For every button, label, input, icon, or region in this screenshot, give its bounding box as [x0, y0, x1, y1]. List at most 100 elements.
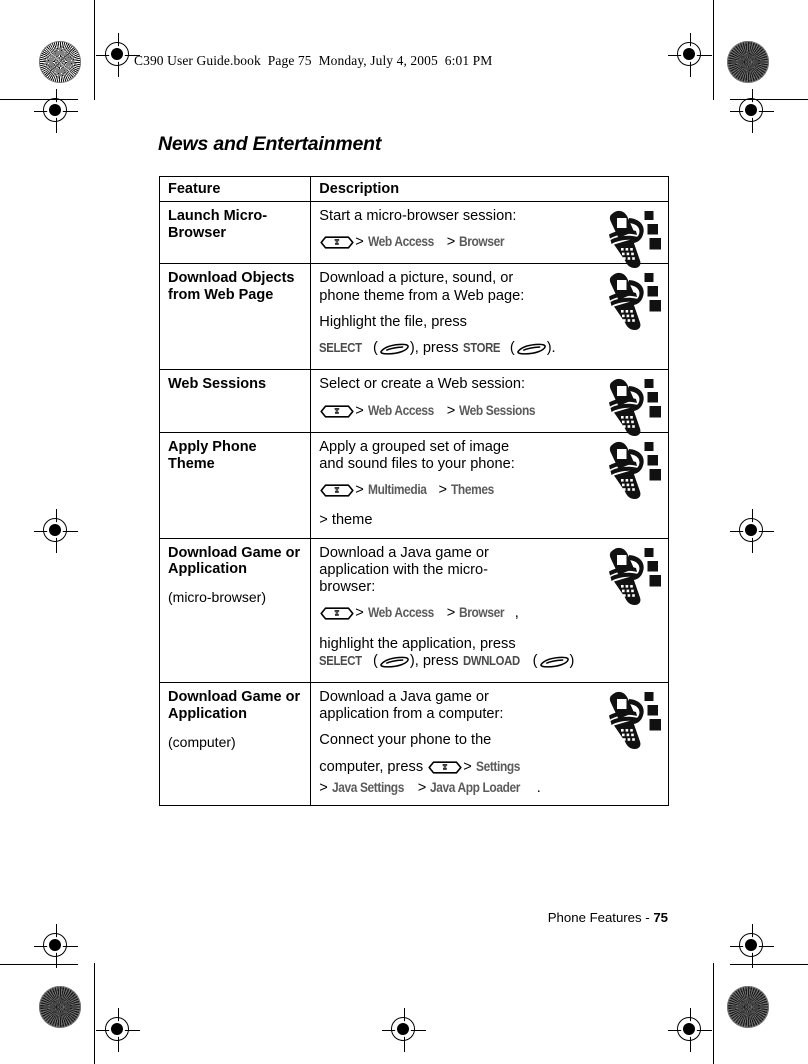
soft-key-label: DWNLOAD	[462, 652, 520, 668]
registration-mark-inner-bottom-left	[34, 924, 78, 968]
description-text: (	[505, 340, 515, 357]
feature-cell: Apply Phone Theme	[158, 431, 312, 539]
soft-key-icon	[538, 655, 570, 674]
feature-cell: Download Game or Application (micro-brows…	[158, 537, 312, 683]
phone-download-icon	[604, 270, 662, 337]
feature-cell: Download Game or Application (computer)	[158, 681, 312, 807]
description-text: phone theme from a Web page:	[319, 287, 525, 304]
phone-download-icon	[604, 439, 662, 506]
description-text: Connect your phone to the	[319, 732, 492, 749]
description-text: ,	[514, 605, 519, 622]
table-row: Apply Phone Theme Apply a grouped set of …	[158, 431, 669, 539]
description-line: application from a computer:	[319, 706, 598, 723]
phone-download-icon	[604, 689, 662, 756]
menu-path-separator: >	[417, 779, 427, 796]
soft-key-icon	[378, 655, 410, 674]
feature-name: Download Game or Application	[168, 688, 301, 722]
description-line: Apply a grouped set of image	[319, 439, 598, 456]
description-text: ).	[546, 340, 556, 357]
description-text: (	[528, 652, 538, 669]
density-patch-bottom-right	[727, 986, 769, 1028]
menu-path-separator: >	[446, 605, 456, 622]
description-text: application with the micro-	[319, 561, 489, 578]
phone-download-icon	[604, 545, 662, 612]
description-line: browser:	[319, 579, 598, 596]
trim-rule-bottom-right	[730, 964, 808, 965]
description-line: and sound files to your phone:	[319, 456, 598, 473]
description-line: computer, press > Settings	[319, 759, 598, 780]
menu-path-item: Java Settings	[331, 779, 404, 795]
density-patch-bottom-left	[39, 986, 81, 1028]
menu-key-icon	[320, 483, 354, 503]
description-text: )	[569, 652, 575, 669]
description-line: Start a micro-browser session:	[319, 208, 598, 225]
menu-path-item: Web Access	[367, 234, 434, 250]
column-header-description: Description	[310, 176, 669, 202]
feature-name: Launch Micro-Browser	[168, 208, 268, 241]
registration-mark-top-right	[668, 33, 712, 77]
description-line: highlight the application, press	[319, 636, 598, 653]
soft-key-icon	[515, 342, 547, 361]
description-cell: Select or create a Web session: > Web Acc…	[310, 369, 669, 437]
description-text: Select or create a Web session:	[319, 376, 526, 393]
density-patch-top-right	[727, 41, 769, 83]
menu-path-separator: >	[355, 234, 364, 251]
feature-name: Apply Phone Theme	[168, 438, 257, 472]
table-row: Launch Micro-Browser Start a micro-browse…	[158, 200, 669, 268]
footer-page-number: 75	[653, 910, 668, 925]
registration-mark-inner-bottom-right	[730, 924, 774, 968]
description-text: Apply a grouped set of image	[319, 438, 510, 455]
description-text: Start a micro-browser session:	[319, 208, 517, 224]
feature-name: Web Sessions	[168, 376, 267, 393]
menu-path-separator: >	[355, 402, 364, 419]
description-line: phone theme from a Web page:	[319, 288, 598, 305]
column-header-feature: Feature	[158, 176, 312, 202]
soft-key-label: SELECT	[319, 340, 362, 356]
menu-path-item: Web Sessions	[459, 402, 536, 418]
description-cell: Download a Java game or application with …	[310, 537, 669, 683]
registration-mark-bottom-right	[668, 1008, 712, 1052]
menu-key-icon	[428, 760, 462, 780]
page-title: News and Entertainment	[158, 133, 382, 155]
description-line: > theme	[319, 512, 598, 529]
description-cell: Apply a grouped set of image and sound fi…	[310, 431, 669, 539]
registration-mark-inner-top-right	[730, 89, 774, 133]
description-text: ), press	[409, 340, 463, 357]
description-text: computer, press	[319, 758, 428, 775]
description-line: > Multimedia > Themes	[319, 482, 598, 503]
menu-path-separator: >	[463, 758, 472, 775]
menu-path-item: Multimedia	[367, 482, 427, 498]
description-text: (	[368, 652, 378, 669]
menu-path-item: Browser	[459, 605, 505, 621]
table-row: Download Objects from Web Page Download a…	[158, 263, 669, 371]
soft-key-label: STORE	[462, 340, 501, 356]
feature-name: Download Objects from Web Page	[168, 270, 295, 304]
trim-rule-left-vert	[94, 0, 95, 100]
feature-name: Download Game or Application	[168, 544, 301, 578]
menu-path-separator: >	[355, 482, 364, 499]
description-line: SELECT (), press STORE ().	[319, 340, 598, 361]
description-line: Download a picture, sound, or	[319, 270, 598, 287]
menu-path-item: Web Access	[367, 402, 434, 418]
menu-path-item: Web Access	[367, 605, 434, 621]
menu-key-icon	[320, 404, 354, 424]
trim-rule-top-right	[730, 99, 808, 100]
description-text: Download a Java game or	[319, 688, 489, 705]
description-line: Select or create a Web session:	[319, 376, 598, 393]
feature-cell: Web Sessions	[158, 369, 312, 433]
description-text: browser:	[319, 579, 376, 596]
description-line: Connect your phone to the	[319, 732, 598, 749]
description-line: > Java Settings > Java App Loader .	[319, 780, 598, 797]
description-cell: Download a Java game or application from …	[310, 681, 669, 807]
feature-table: Feature Description Launch Micro-Browser…	[158, 176, 669, 807]
menu-path-separator: >	[355, 605, 364, 622]
description-text: Download a picture, sound, or	[319, 270, 514, 287]
menu-path-item: Java App Loader	[430, 779, 521, 795]
menu-path-item: Settings	[475, 758, 520, 774]
description-line: SELECT (), press DWNLOAD ()	[319, 653, 598, 674]
footer-label: Phone Features -	[547, 910, 654, 925]
description-line: Download a Java game or	[319, 545, 598, 562]
feature-qualifier: (micro-browser)	[168, 589, 266, 606]
registration-mark-center-bottom	[382, 1008, 426, 1052]
description-text: Download a Java game or	[319, 544, 489, 561]
